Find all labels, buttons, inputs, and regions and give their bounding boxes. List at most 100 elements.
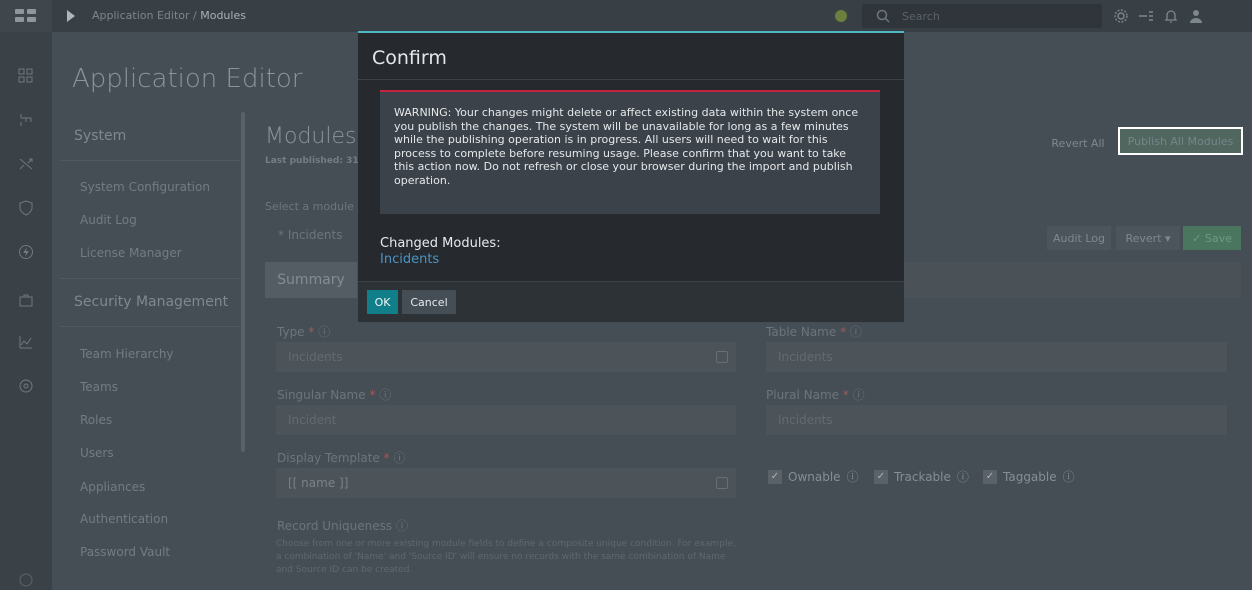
status-indicator (835, 10, 847, 22)
sidebar-item-password-vault[interactable]: Password Vault (80, 545, 170, 559)
dashboard-icon[interactable] (18, 68, 34, 84)
display-template-icon[interactable] (716, 477, 728, 489)
play-icon[interactable] (66, 9, 76, 23)
check-icon: ✓ (768, 469, 782, 484)
bell-icon[interactable] (1163, 8, 1179, 24)
hierarchy-icon[interactable] (18, 112, 34, 128)
info-icon[interactable]: ⓘ (318, 325, 330, 339)
changed-modules-label: Changed Modules: (380, 236, 501, 251)
sidebar-section-system: System (74, 128, 127, 144)
plural-name-field[interactable]: Incidents (766, 405, 1227, 435)
display-template-label-text: Display Template (277, 451, 380, 465)
info-icon[interactable]: ⓘ (853, 388, 865, 402)
sidebar-item-roles[interactable]: Roles (80, 413, 112, 427)
info-icon[interactable]: ⓘ (850, 325, 862, 339)
record-uniqueness-description: Choose from one or more existing module … (276, 539, 736, 575)
check-icon: ✓ (983, 469, 997, 484)
shield-icon[interactable] (18, 200, 34, 216)
record-uniqueness-label-text: Record Uniqueness (277, 519, 393, 533)
bolt-icon[interactable] (18, 244, 34, 260)
search-input[interactable] (902, 7, 1092, 25)
left-rail (0, 32, 52, 590)
required-marker: * (369, 388, 376, 402)
table-name-label-text: Table Name (766, 325, 837, 339)
table-name-label: Table Name * ⓘ (766, 323, 862, 340)
required-marker: * (383, 451, 390, 465)
required-marker: * (842, 388, 849, 402)
modal-footer: OK Cancel (358, 281, 904, 322)
confirm-modal: Confirm WARNING: Your changes might dele… (358, 31, 904, 322)
module-select-label: Select a module (265, 200, 354, 213)
tab-summary[interactable]: Summary (265, 262, 357, 298)
revert-button[interactable]: Revert ▾ (1116, 226, 1180, 250)
info-icon[interactable]: ⓘ (1063, 468, 1075, 485)
sidebar-item-teams[interactable]: Teams (80, 380, 118, 394)
last-published: Last published: 31 (265, 156, 359, 166)
gear-icon[interactable] (1113, 8, 1129, 24)
taggable-label: Taggable (1003, 469, 1057, 484)
tasks-icon[interactable] (1138, 8, 1154, 24)
settings-wheel-icon[interactable] (18, 378, 34, 394)
sidebar-item-system-configuration[interactable]: System Configuration (80, 180, 210, 194)
sidebar-item-license-manager[interactable]: License Manager (80, 246, 182, 260)
help-icon[interactable] (18, 572, 34, 588)
table-name-field[interactable]: Incidents (766, 342, 1227, 372)
sidebar-scrollbar[interactable] (241, 112, 245, 452)
display-template-field[interactable]: [[ name ]] (276, 468, 736, 498)
briefcase-icon[interactable] (18, 292, 34, 308)
type-label-text: Type (277, 325, 305, 339)
user-icon[interactable] (1188, 8, 1204, 24)
search-icon (876, 9, 890, 23)
publish-all-modules-button[interactable]: Publish All Modules (1118, 127, 1243, 155)
type-label: Type * ⓘ (277, 323, 330, 340)
chart-icon[interactable] (18, 334, 34, 350)
sidebar-divider (60, 278, 240, 279)
taggable-checkbox[interactable]: ✓ Taggable ⓘ (983, 468, 1075, 485)
sidebar-divider (60, 326, 240, 327)
trackable-checkbox[interactable]: ✓ Trackable ⓘ (874, 468, 969, 485)
ownable-checkbox[interactable]: ✓ Ownable ⓘ (768, 468, 859, 485)
sidebar-item-users[interactable]: Users (80, 446, 114, 460)
breadcrumb: Application Editor / Modules (92, 9, 246, 22)
required-marker: * (308, 325, 315, 339)
info-icon[interactable]: ⓘ (957, 468, 969, 485)
sidebar-section-security: Security Management (74, 294, 229, 310)
shuffle-icon[interactable] (18, 156, 34, 172)
trackable-label: Trackable (894, 469, 951, 484)
info-icon[interactable]: ⓘ (396, 519, 408, 533)
info-icon[interactable]: ⓘ (847, 468, 859, 485)
singular-name-field[interactable]: Incident (276, 405, 736, 435)
revert-all-button[interactable]: Revert All (1045, 131, 1111, 155)
save-button[interactable]: ✓ Save (1183, 226, 1241, 250)
sidebar-item-authentication[interactable]: Authentication (80, 512, 168, 526)
display-template-label: Display Template * ⓘ (277, 449, 405, 466)
breadcrumb-parent[interactable]: Application Editor / (92, 9, 197, 22)
sidebar-divider (60, 160, 240, 161)
record-uniqueness-label: Record Uniqueness ⓘ (277, 517, 408, 534)
singular-name-label: Singular Name * ⓘ (277, 386, 391, 403)
changed-module-item[interactable]: Incidents (380, 252, 439, 267)
page-title: Application Editor (72, 64, 303, 94)
sidebar-item-audit-log[interactable]: Audit Log (80, 213, 137, 227)
info-icon[interactable]: ⓘ (379, 388, 391, 402)
ok-button[interactable]: OK (367, 290, 398, 314)
plural-name-label-text: Plural Name (766, 388, 840, 402)
info-icon[interactable]: ⓘ (393, 451, 405, 465)
top-bar: Application Editor / Modules (0, 0, 1252, 32)
singular-name-label-text: Singular Name (277, 388, 366, 402)
module-select[interactable]: * Incidents (278, 228, 342, 242)
sidebar-item-appliances[interactable]: Appliances (80, 480, 145, 494)
type-field[interactable]: Incidents (276, 342, 736, 372)
sidebar-item-team-hierarchy[interactable]: Team Hierarchy (80, 347, 174, 361)
required-marker: * (840, 325, 847, 339)
logo[interactable] (0, 0, 52, 32)
audit-log-button[interactable]: Audit Log (1047, 226, 1111, 250)
search-box (862, 4, 1102, 28)
modules-title: Modules (265, 124, 357, 149)
modal-title: Confirm (372, 47, 447, 69)
cancel-button[interactable]: Cancel (402, 290, 456, 314)
breadcrumb-current: Modules (200, 9, 246, 22)
app-grid-icon (15, 9, 36, 22)
ownable-label: Ownable (788, 469, 841, 484)
type-field-icon[interactable] (716, 351, 728, 363)
